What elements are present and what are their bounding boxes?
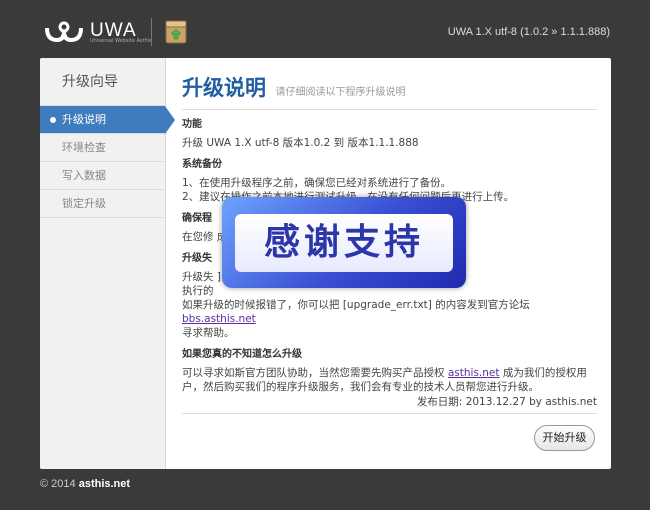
top-bar: UWA Universal Website Asthis UWA 1.X utf…: [0, 0, 650, 58]
version-info: UWA 1.X utf-8 (1.0.2 » 1.1.1.888): [447, 26, 610, 38]
thanks-badge: 感谢支持: [222, 197, 466, 288]
step-write-data[interactable]: 写入数据: [40, 162, 165, 190]
content-divider: [182, 413, 597, 414]
section-text: 户，然后购买我们的程序升级服务，我们会有专业的技术人员帮您进行升级。: [182, 381, 539, 393]
active-step-dot-icon: [50, 117, 56, 123]
copyright: © 2014: [40, 478, 76, 490]
page-title: 升级说明: [182, 76, 266, 100]
thanks-badge-inner: 感谢支持: [235, 214, 453, 272]
section-text: 升级 UWA 1.X utf-8 版本1.0.2 到 版本1.1.1.888: [182, 137, 419, 149]
step-upgrade-notes[interactable]: 升级说明: [40, 106, 175, 134]
section-heading: 系统备份: [182, 159, 222, 170]
help-text: 可以寻求如斯官方团队协助，当然您需要先购买产品授权: [182, 367, 445, 379]
section-text: 可以寻求如斯官方团队协助，当然您需要先购买产品授权 asthis.net 成为我…: [182, 366, 597, 380]
step-label: 锁定升级: [62, 197, 106, 210]
sidebar-title: 升级向导: [40, 58, 165, 106]
wizard-sidebar: 升级向导 升级说明 环境检查 写入数据 锁定升级: [40, 58, 175, 469]
error-report-text: 如果升级的时候报错了，你可以把 [upgrade_err.txt] 的内容发到官…: [182, 299, 530, 311]
step-lock-upgrade[interactable]: 锁定升级: [40, 190, 165, 218]
section-text: 1、在使用升级程序之前，确保您已经对系统进行了备份。: [182, 177, 452, 189]
thanks-text: 感谢支持: [263, 222, 424, 263]
start-upgrade-button[interactable]: 开始升级: [534, 425, 595, 451]
step-label: 升级说明: [62, 113, 106, 126]
footer-site: asthis.net: [78, 478, 131, 490]
brand-tagline: Universal Website Asthis: [90, 38, 152, 44]
publish-date: 发布日期: 2013.12.27 by asthis.net: [416, 396, 597, 408]
upgrade-package-icon: [165, 20, 187, 44]
section-help: 如果您真的不知道怎么升级 可以寻求如斯官方团队协助，当然您需要先购买产品授权 a…: [182, 348, 597, 409]
help-text: 成为我们的授权用: [502, 367, 587, 379]
section-heading: 如果您真的不知道怎么升级: [182, 349, 302, 360]
step-environment-check[interactable]: 环境检查: [40, 134, 165, 162]
uwa-logo-icon: [45, 21, 83, 43]
page-subtitle: 请仔细阅读以下程序升级说明: [275, 87, 406, 98]
section-function: 功能 升级 UWA 1.X utf-8 版本1.0.2 到 版本1.1.1.88…: [182, 118, 597, 150]
step-label: 环境检查: [62, 141, 106, 154]
section-text: 寻求帮助。: [182, 327, 235, 339]
header-divider: [151, 18, 152, 46]
title-row: 升级说明 请仔细阅读以下程序升级说明: [182, 72, 597, 110]
license-link[interactable]: asthis.net: [448, 367, 500, 379]
section-heading: 功能: [182, 119, 202, 130]
step-label: 写入数据: [62, 169, 106, 182]
section-text: 如果升级的时候报错了，你可以把 [upgrade_err.txt] 的内容发到官…: [182, 298, 597, 326]
forum-link[interactable]: bbs.asthis.net: [182, 313, 256, 325]
footer: © 2014 asthis.net: [40, 478, 130, 490]
